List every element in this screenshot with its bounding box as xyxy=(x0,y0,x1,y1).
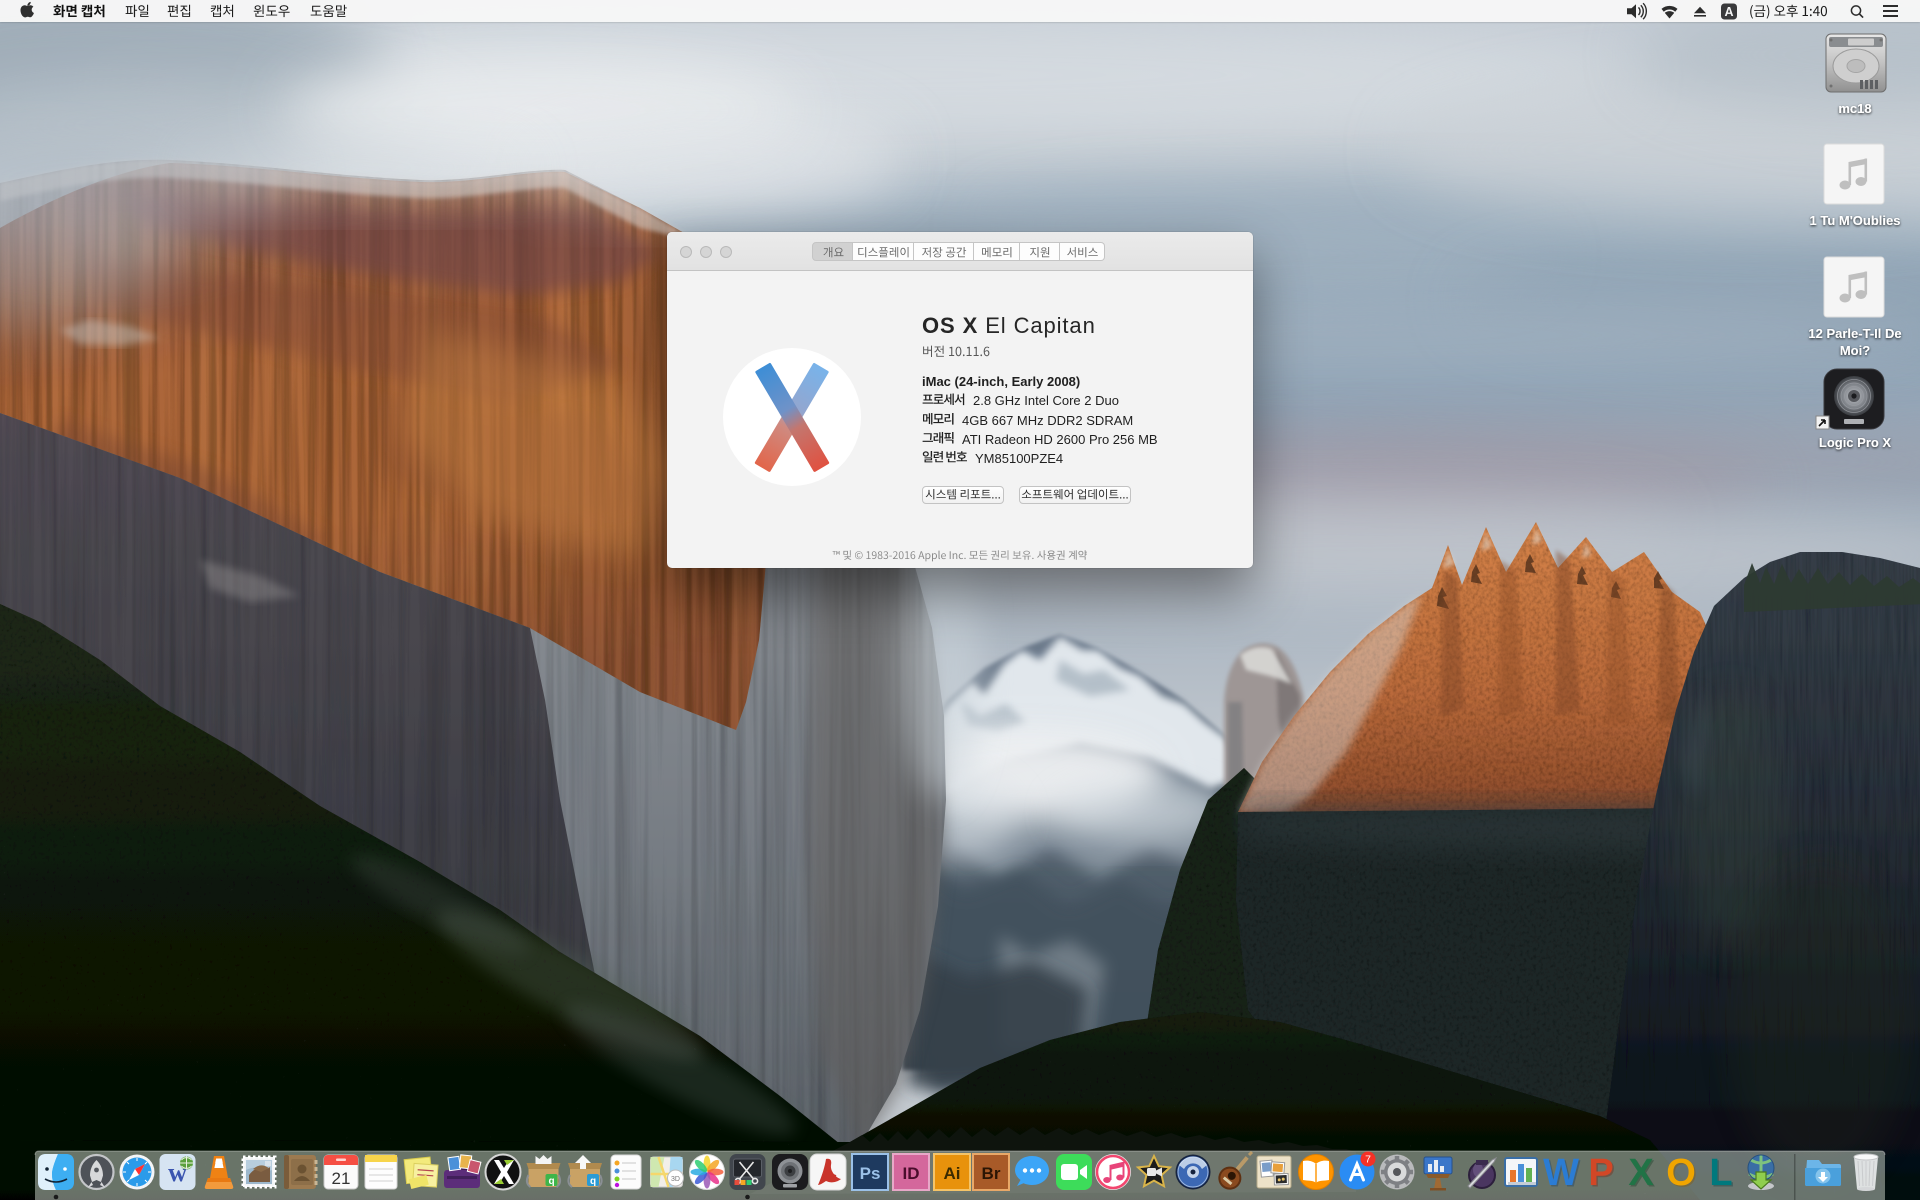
svg-text:O: O xyxy=(1666,1152,1696,1194)
svg-text:Logic Pro X: Logic Pro X xyxy=(1819,435,1892,450)
svg-text:q: q xyxy=(548,1176,554,1187)
svg-text:mc18: mc18 xyxy=(1838,101,1871,116)
svg-text:Ps: Ps xyxy=(860,1164,881,1183)
svg-text:Br: Br xyxy=(982,1164,1001,1183)
svg-text:7: 7 xyxy=(1365,1154,1371,1166)
svg-text:ID: ID xyxy=(903,1164,920,1183)
svg-text:12 Parle-T-Il De: 12 Parle-T-Il De xyxy=(1808,326,1901,341)
svg-text:Ai: Ai xyxy=(944,1164,961,1183)
svg-text:L: L xyxy=(1709,1152,1732,1194)
svg-text:1 Tu M'Oublies: 1 Tu M'Oublies xyxy=(1810,213,1901,228)
svg-text:Moi?: Moi? xyxy=(1840,343,1870,358)
svg-text:X: X xyxy=(1628,1152,1654,1194)
svg-text:q: q xyxy=(590,1176,596,1187)
svg-text:3D: 3D xyxy=(671,1176,680,1183)
svg-text:21: 21 xyxy=(332,1169,351,1188)
svg-text:A: A xyxy=(1724,5,1733,19)
svg-text:W: W xyxy=(1543,1152,1579,1194)
svg-text:P: P xyxy=(1588,1152,1613,1194)
